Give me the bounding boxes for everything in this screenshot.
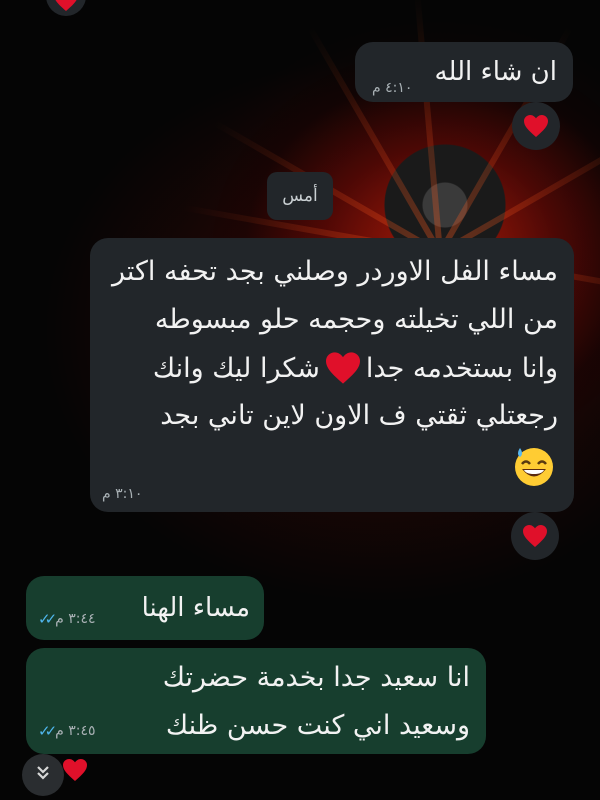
message-text: مساء الهنا xyxy=(141,593,250,623)
double-chevron-down-icon xyxy=(33,763,53,788)
red-heart-icon xyxy=(324,351,362,385)
message-text: ان شاء الله xyxy=(434,57,557,87)
reaction-badge[interactable] xyxy=(512,102,560,150)
message-line: انا سعيد جدا بخدمة حضرتك xyxy=(162,662,470,693)
message-bubble-incoming[interactable]: مساء الفل الاوردر وصلني بجد تحفه اكتر من… xyxy=(90,238,574,512)
reaction-badge-partial[interactable] xyxy=(62,758,88,784)
message-bubble-outgoing[interactable]: مساء الهنا ٣:٤٤ م ✓✓ xyxy=(26,576,264,640)
message-time: ٣:٤٤ م xyxy=(55,611,96,627)
red-heart-icon xyxy=(522,524,548,548)
red-heart-icon xyxy=(53,0,79,12)
message-bubble-outgoing[interactable]: انا سعيد جدا بخدمة حضرتك وسعيد اني كنت ح… xyxy=(26,648,486,754)
message-line: رجعتلي ثقتي ف الاون لاين تاني بجد xyxy=(160,400,558,431)
red-heart-icon xyxy=(523,114,549,138)
double-check-icon: ✓✓ xyxy=(38,722,57,740)
message-line: من اللي تخيلته وحجمه حلو مبسوطه xyxy=(154,304,558,335)
message-time: ٤:١٠ م xyxy=(372,80,413,96)
grinning-face-with-sweat-icon xyxy=(512,444,556,488)
message-status: ٣:٤٥ م ✓✓ xyxy=(38,722,96,740)
message-line: مساء الفل الاوردر وصلني بجد تحفه اكتر xyxy=(112,256,558,287)
date-separator: أمس xyxy=(267,172,333,220)
double-check-icon: ✓✓ xyxy=(38,610,57,628)
message-line: وسعيد اني كنت حسن ظنك xyxy=(165,710,470,741)
message-line: وانا بستخدمه جدا xyxy=(365,352,558,384)
reaction-badge[interactable] xyxy=(511,512,559,560)
message-time: ٣:١٠ م xyxy=(102,486,143,502)
scroll-to-bottom-button[interactable] xyxy=(22,754,64,796)
red-heart-icon xyxy=(62,758,88,782)
message-status: ٣:٤٤ م ✓✓ xyxy=(38,610,96,628)
message-line: شكرا ليك وانك xyxy=(152,352,320,384)
message-time: ٣:٤٥ م xyxy=(55,723,96,739)
